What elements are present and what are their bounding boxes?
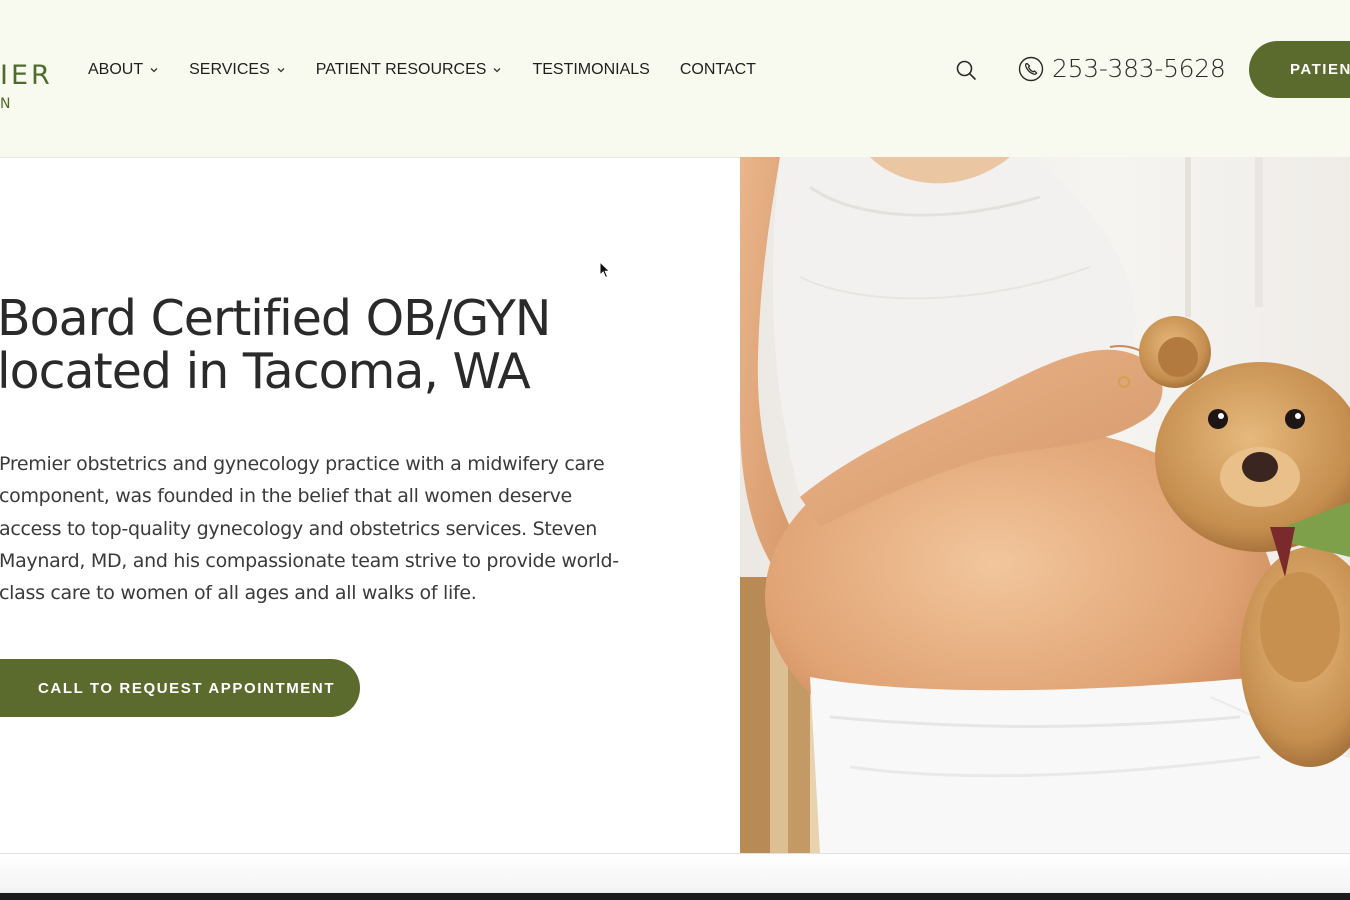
- nav-label: TESTIMONIALS: [532, 61, 650, 78]
- chevron-down-icon: [150, 68, 158, 73]
- nav-label: CONTACT: [679, 61, 756, 78]
- hero-description-line: class care to women of all ages and all …: [0, 582, 477, 605]
- phone-number: 253-383-5628: [1052, 54, 1226, 83]
- request-appointment-button[interactable]: CALL TO REQUEST APPOINTMENT: [0, 659, 360, 717]
- hero-description-line: access to top-quality gynecology and obs…: [0, 517, 598, 540]
- phone-icon: [1018, 56, 1044, 81]
- logo-tagline: N: [0, 96, 14, 112]
- next-section-edge: [0, 893, 1350, 900]
- site-header: IER N ABOUT SERVICES PATIENT RESOURCES T…: [0, 0, 1350, 158]
- header-phone-link[interactable]: 253-383-5628: [1018, 54, 1226, 83]
- nav-item-testimonials[interactable]: TESTIMONIALS: [532, 61, 649, 79]
- logo-wordmark: IER: [0, 60, 53, 91]
- main-nav: ABOUT SERVICES PATIENT RESOURCES TESTIMO…: [88, 59, 786, 81]
- hero-photo: [740, 157, 1350, 853]
- hero-description-line: Maynard, MD, and his compassionate team …: [0, 549, 619, 572]
- hero-description: Premier obstetrics and gynecology practi…: [0, 448, 639, 609]
- nav-item-services[interactable]: SERVICES: [189, 61, 286, 79]
- hero-description-line: Premier obstetrics and gynecology practi…: [0, 453, 605, 475]
- mouse-cursor-icon: [599, 261, 611, 279]
- chevron-down-icon: [493, 68, 501, 73]
- nav-label: SERVICES: [189, 61, 270, 78]
- hero-description-line: component, was founded in the belief tha…: [0, 485, 572, 508]
- nav-item-contact[interactable]: CONTACT: [680, 61, 756, 79]
- search-icon[interactable]: [955, 59, 977, 81]
- chevron-down-icon: [277, 68, 285, 73]
- nav-item-about[interactable]: ABOUT: [88, 61, 159, 79]
- pregnant-woman-with-teddy-bear-image: [740, 157, 1350, 853]
- hero-heading-line: located in Tacoma, WA: [0, 343, 531, 400]
- nav-label: ABOUT: [88, 61, 144, 78]
- patient-portal-button[interactable]: PATIEN: [1249, 41, 1350, 98]
- hero-heading: Board Certified OB/GYN located in Tacoma…: [0, 292, 697, 398]
- nav-item-patient-resources[interactable]: PATIENT RESOURCES: [316, 61, 503, 79]
- nav-label: PATIENT RESOURCES: [315, 61, 487, 78]
- hero-heading-line: Board Certified OB/GYN: [0, 290, 551, 347]
